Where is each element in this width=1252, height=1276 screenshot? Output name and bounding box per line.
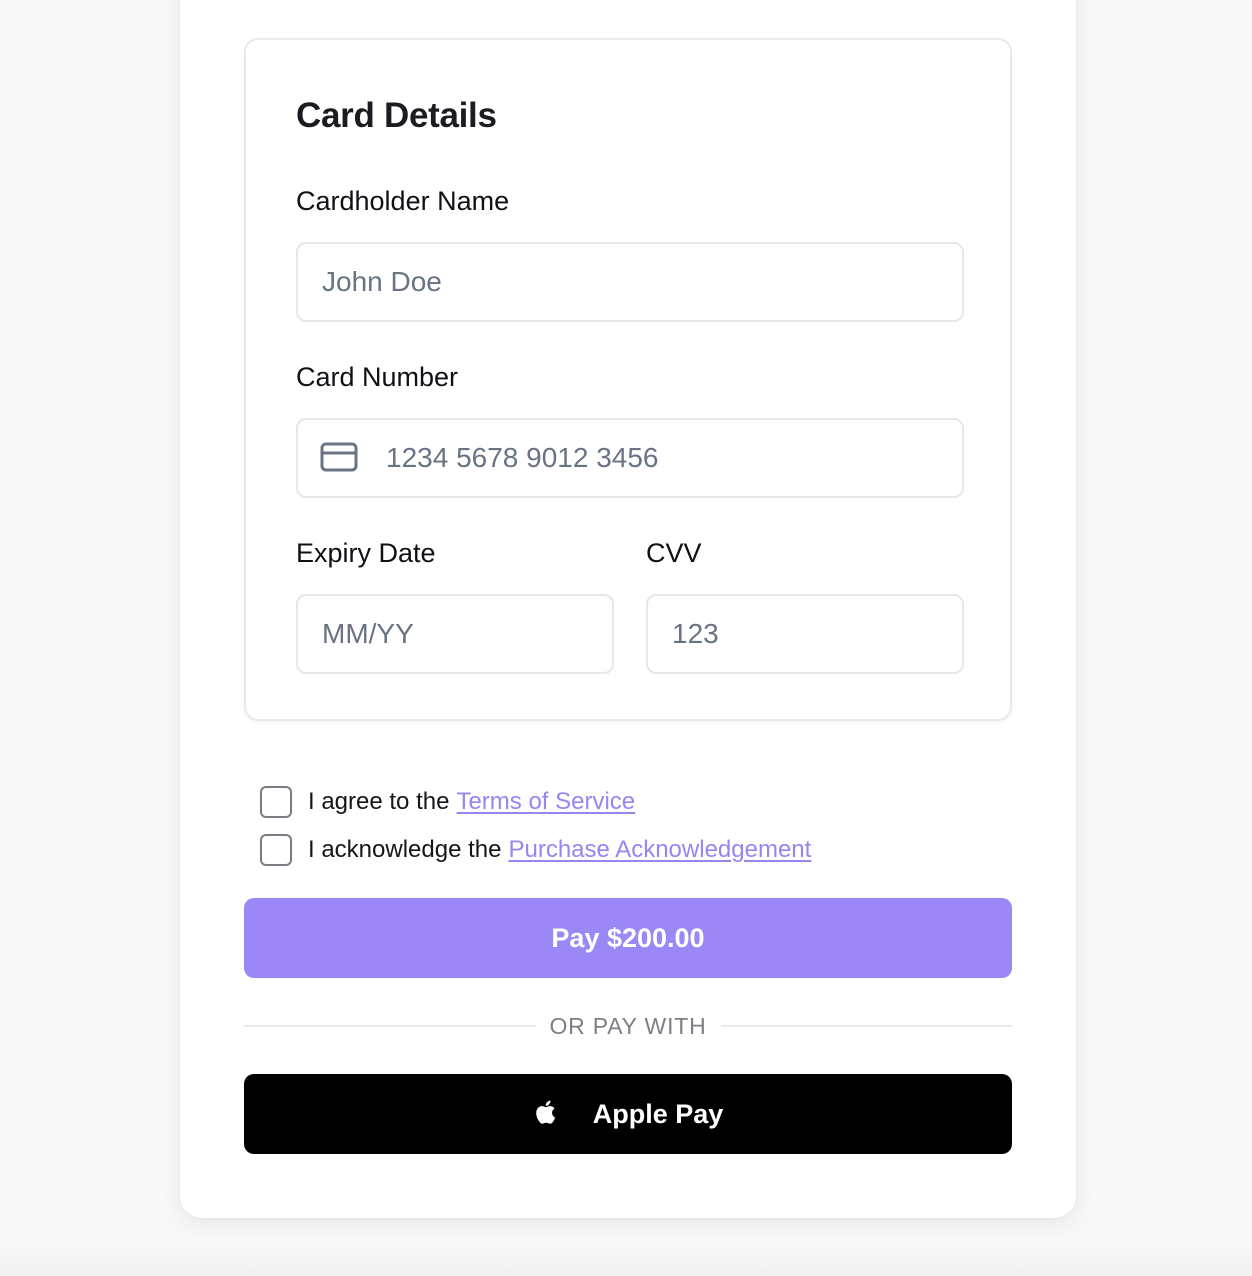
divider-label: OR PAY WITH	[549, 1013, 707, 1039]
apple-pay-button[interactable]: Apple Pay	[244, 1074, 1012, 1154]
purchase-acknowledgement-row: I acknowledge the Purchase Acknowledgeme…	[260, 833, 811, 867]
section-title: Card Details	[296, 96, 497, 135]
apple-icon	[535, 1100, 555, 1124]
cvv-input[interactable]	[646, 594, 964, 674]
terms-checkbox[interactable]	[260, 786, 292, 818]
terms-of-service-link[interactable]: Terms of Service	[456, 788, 635, 816]
purchase-acknowledgement-link[interactable]: Purchase Acknowledgement	[508, 836, 811, 864]
card-number-field	[296, 418, 964, 498]
expiry-date-input[interactable]	[296, 594, 614, 674]
or-pay-with-divider: OR PAY WITH	[244, 1010, 1012, 1042]
purchase-prefix-text: I acknowledge the	[308, 836, 502, 863]
card-details-section: Card Details Cardholder Name Card Number…	[244, 38, 1012, 721]
apple-pay-label: Apple Pay	[592, 1098, 724, 1129]
terms-prefix-text: I agree to the	[308, 788, 450, 815]
cardholder-name-input[interactable]	[296, 242, 964, 322]
purchase-acknowledgement-checkbox[interactable]	[260, 834, 292, 866]
pay-button[interactable]: Pay $200.00	[244, 898, 1012, 978]
page-background-band	[0, 1246, 1252, 1276]
cvv-label: CVV	[646, 538, 702, 568]
terms-agreement-row: I agree to the Terms of Service	[260, 785, 635, 819]
card-number-label: Card Number	[296, 362, 459, 392]
expiry-date-label: Expiry Date	[296, 538, 436, 568]
card-number-input[interactable]	[296, 418, 964, 498]
cardholder-name-label: Cardholder Name	[296, 186, 510, 216]
